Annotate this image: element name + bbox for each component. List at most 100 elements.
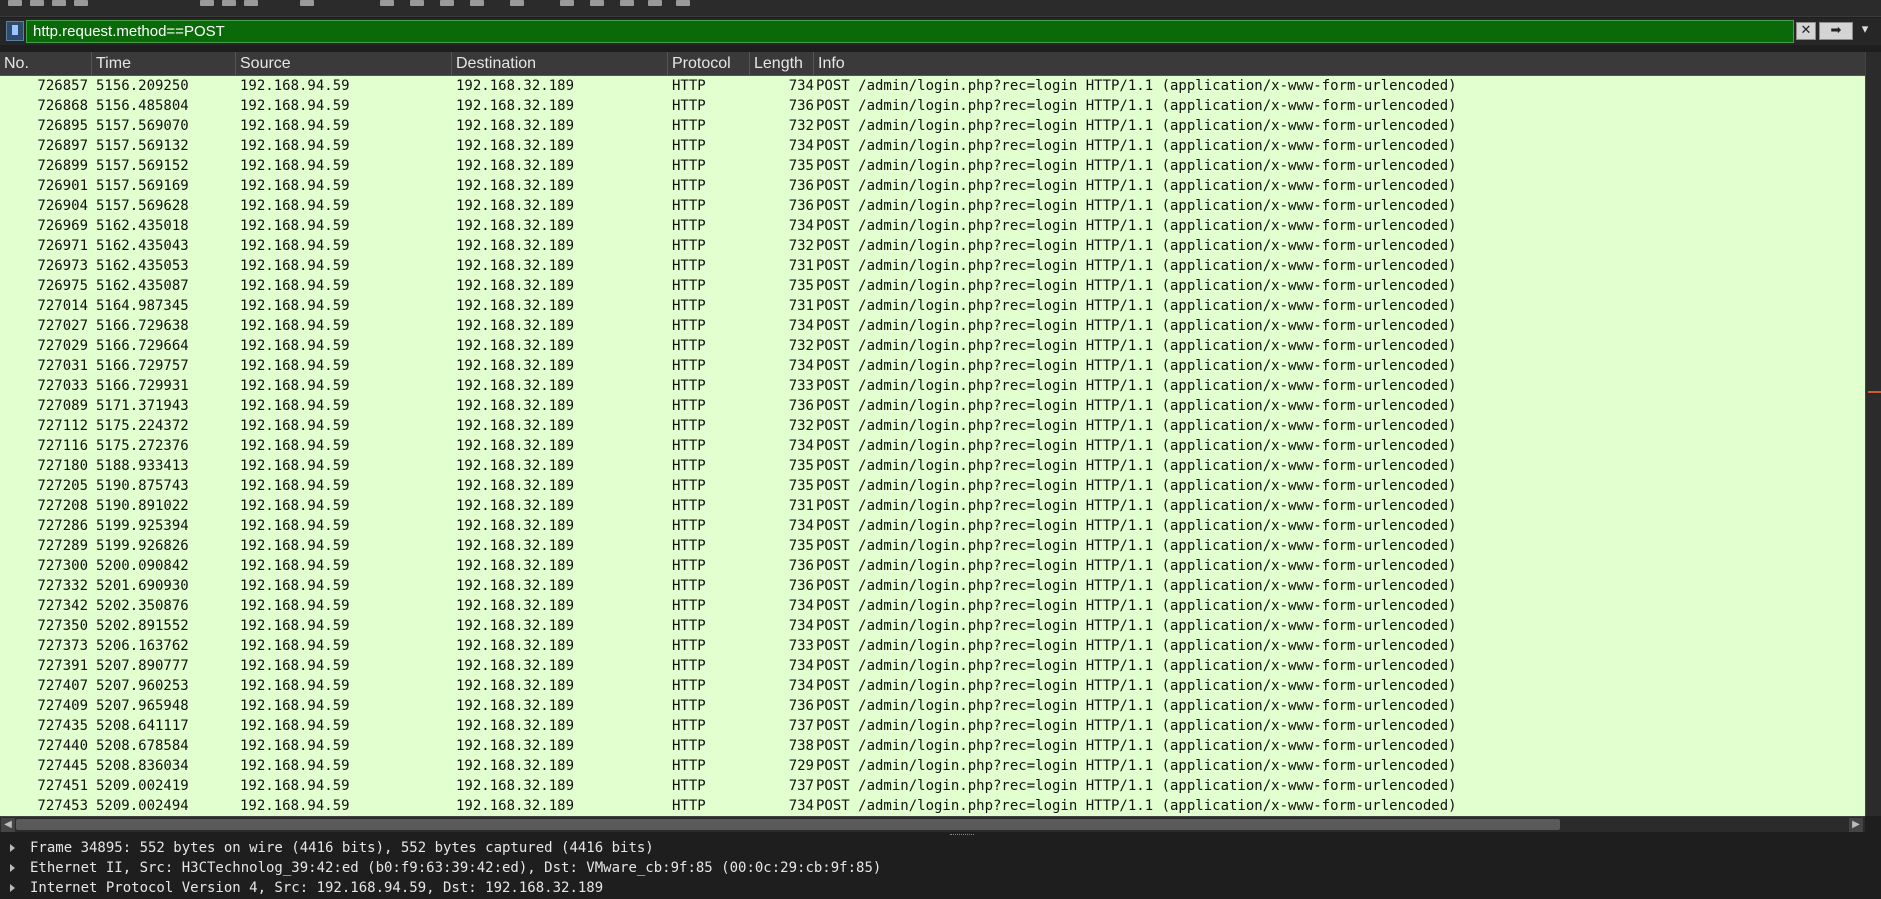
packet-row[interactable]: 727029 5166.729664 192.168.94.59 192.168.32… [0,336,1865,356]
first-packet-icon[interactable] [380,0,394,6]
packet-row[interactable]: 727445 5208.836034 192.168.94.59 192.168.32… [0,756,1865,776]
packet-row[interactable]: 726973 5162.435053 192.168.94.59 192.168.32… [0,256,1865,276]
scroll-right-icon[interactable]: ▶ [1849,818,1863,832]
clear-filter-icon[interactable]: ✕ [1796,22,1816,40]
column-header-info[interactable]: Info [814,52,1865,75]
packet-length: 732 [788,118,814,134]
packet-time: 5190.875743 [96,478,189,494]
packet-source: 192.168.94.59 [240,338,350,354]
horizontal-scroll-thumb[interactable] [16,819,1560,830]
packet-length: 734 [788,318,814,334]
filter-history-dropdown[interactable]: ▾ [1856,22,1874,40]
packet-destination: 192.168.32.189 [456,138,575,154]
packet-row[interactable]: 727350 5202.891552 192.168.94.59 192.168.32… [0,616,1865,636]
packet-source: 192.168.94.59 [240,378,350,394]
packet-row[interactable]: 727289 5199.926826 192.168.94.59 192.168.32… [0,536,1865,556]
packet-row[interactable]: 727027 5166.729638 192.168.94.59 192.168.32… [0,316,1865,336]
packet-row[interactable]: 727112 5175.224372 192.168.94.59 192.168.32… [0,416,1865,436]
packet-protocol: HTTP [672,598,706,614]
packet-row[interactable]: 726975 5162.435087 192.168.94.59 192.168.32… [0,276,1865,296]
packet-row[interactable]: 727373 5206.163762 192.168.94.59 192.168.32… [0,636,1865,656]
goto-packet-icon[interactable] [300,0,314,6]
zoom-out-icon[interactable] [560,0,574,6]
column-header-source[interactable]: Source [236,52,452,75]
packet-row[interactable]: 727300 5200.090842 192.168.94.59 192.168.32… [0,556,1865,576]
packet-row[interactable]: 726868 5156.485804 192.168.94.59 192.168.32… [0,96,1865,116]
back-icon[interactable] [222,0,236,6]
last-packet-icon[interactable] [410,0,424,6]
packet-row[interactable]: 727391 5207.890777 192.168.94.59 192.168.32… [0,656,1865,676]
layout-icon[interactable] [648,0,662,6]
packet-destination: 192.168.32.189 [456,698,575,714]
expand-arrow-icon[interactable] [10,864,15,872]
packet-length: 737 [788,778,814,794]
open-icon[interactable] [8,0,22,6]
reload-icon[interactable] [74,0,88,6]
packet-no: 726895 [37,118,88,134]
scroll-left-icon[interactable]: ◀ [1,818,15,832]
packet-row[interactable]: 727208 5190.891022 192.168.94.59 192.168.32… [0,496,1865,516]
packet-row[interactable]: 727089 5171.371943 192.168.94.59 192.168.32… [0,396,1865,416]
packet-source: 192.168.94.59 [240,758,350,774]
packet-row[interactable]: 727180 5188.933413 192.168.94.59 192.168.32… [0,456,1865,476]
packet-row[interactable]: 727435 5208.641117 192.168.94.59 192.168.32… [0,716,1865,736]
packet-row[interactable]: 727033 5166.729931 192.168.94.59 192.168.32… [0,376,1865,396]
packet-length: 731 [788,298,814,314]
packet-no: 727033 [37,378,88,394]
packet-row[interactable]: 727205 5190.875743 192.168.94.59 192.168.32… [0,476,1865,496]
packet-row[interactable]: 727332 5201.690930 192.168.94.59 192.168.32… [0,576,1865,596]
column-header-destination[interactable]: Destination [452,52,668,75]
packet-source: 192.168.94.59 [240,478,350,494]
packet-row[interactable]: 726901 5157.569169 192.168.94.59 192.168.32… [0,176,1865,196]
find-icon[interactable] [200,0,214,6]
expand-arrow-icon[interactable] [10,884,15,892]
packet-row[interactable]: 726895 5157.569070 192.168.94.59 192.168.32… [0,116,1865,136]
packet-row[interactable]: 727342 5202.350876 192.168.94.59 192.168.32… [0,596,1865,616]
display-filter-input[interactable] [26,20,1794,43]
packet-time: 5166.729931 [96,378,189,394]
packet-row[interactable]: 726971 5162.435043 192.168.94.59 192.168.32… [0,236,1865,256]
packet-row[interactable]: 726899 5157.569152 192.168.94.59 192.168.32… [0,156,1865,176]
packet-length: 732 [788,418,814,434]
packet-row[interactable]: 727451 5209.002419 192.168.94.59 192.168.32… [0,776,1865,796]
filter-bookmark-icon[interactable] [6,21,24,41]
column-header-no[interactable]: No. [0,52,92,75]
packet-source: 192.168.94.59 [240,178,350,194]
packet-row[interactable]: 726857 5156.209250 192.168.94.59 192.168.32… [0,76,1865,96]
packet-row[interactable]: 726969 5162.435018 192.168.94.59 192.168.32… [0,216,1865,236]
packet-source: 192.168.94.59 [240,558,350,574]
autoscroll-icon[interactable] [440,0,454,6]
forward-icon[interactable] [244,0,258,6]
zoom-in-icon[interactable] [510,0,524,6]
packet-source: 192.168.94.59 [240,158,350,174]
packet-row[interactable]: 727286 5199.925394 192.168.94.59 192.168.32… [0,516,1865,536]
packet-row[interactable]: 727014 5164.987345 192.168.94.59 192.168.32… [0,296,1865,316]
packet-row[interactable]: 727440 5208.678584 192.168.94.59 192.168.32… [0,736,1865,756]
packet-length: 735 [788,278,814,294]
packet-row[interactable]: 726904 5157.569628 192.168.94.59 192.168.32… [0,196,1865,216]
apply-filter-icon[interactable]: ➡ [1819,22,1853,40]
packet-row[interactable]: 726897 5157.569132 192.168.94.59 192.168.32… [0,136,1865,156]
expand-arrow-icon[interactable] [10,844,15,852]
packet-time: 5207.960253 [96,678,189,694]
packet-list[interactable]: 726857 5156.209250 192.168.94.59 192.168.32… [0,76,1865,816]
packet-no: 726971 [37,238,88,254]
save-icon[interactable] [30,0,44,6]
packet-list-vertical-scrollbar[interactable] [1865,52,1881,816]
packet-row[interactable]: 727453 5209.002494 192.168.94.59 192.168.32… [0,796,1865,816]
packet-row[interactable]: 727116 5175.272376 192.168.94.59 192.168.32… [0,436,1865,456]
column-header-protocol[interactable]: Protocol [668,52,750,75]
packet-list-horizontal-scrollbar[interactable]: ◀ ▶ [0,816,1865,833]
column-header-time[interactable]: Time [92,52,236,75]
packet-no: 727409 [37,698,88,714]
resize-columns-icon[interactable] [620,0,634,6]
colorize-icon[interactable] [470,0,484,6]
zoom-reset-icon[interactable] [590,0,604,6]
packet-row[interactable]: 727031 5166.729757 192.168.94.59 192.168.32… [0,356,1865,376]
packet-protocol: HTTP [672,798,706,814]
close-icon[interactable] [52,0,66,6]
preferences-icon[interactable] [676,0,690,6]
packet-row[interactable]: 727407 5207.960253 192.168.94.59 192.168.32… [0,676,1865,696]
column-header-length[interactable]: Length [750,52,814,75]
packet-row[interactable]: 727409 5207.965948 192.168.94.59 192.168.32… [0,696,1865,716]
